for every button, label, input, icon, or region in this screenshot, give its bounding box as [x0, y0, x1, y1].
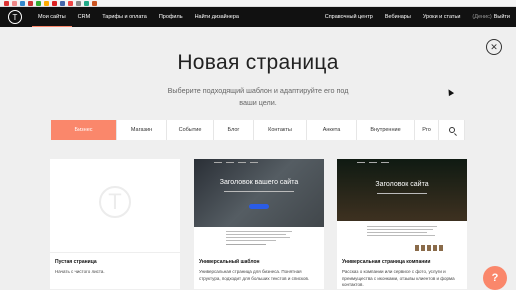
nav-webinars[interactable]: Вебинары — [379, 7, 417, 27]
thumbnail-photo — [415, 245, 419, 251]
template-title: Универсальная страница компании — [342, 259, 431, 265]
tab-event[interactable]: Событие — [167, 120, 214, 140]
modal-subtitle: Выберите подходящий шаблон и адаптируйте… — [167, 86, 349, 107]
bookmark-icon[interactable] — [68, 0, 73, 6]
category-tabs: Бизнес Магазин Событие Блог Контакты Анк… — [51, 120, 465, 140]
thumbnail-lower-section — [194, 227, 324, 253]
bookmark-icon[interactable] — [92, 0, 97, 6]
thumbnail-hero-text — [377, 193, 427, 194]
nav-find-designer[interactable]: Найти дизайнера — [189, 7, 245, 27]
bookmark-icon[interactable] — [84, 0, 89, 6]
bookmark-icon[interactable] — [52, 0, 57, 6]
template-thumbnail: T — [50, 159, 180, 253]
template-thumbnail: Заголовок вашего сайта — [194, 159, 324, 253]
tab-pro[interactable]: Pro — [415, 120, 439, 140]
nav-logout[interactable]: Выйти — [494, 7, 516, 27]
thumbnail-photo — [427, 245, 431, 251]
thumbnail-nav — [194, 159, 324, 165]
bookmark-icon[interactable] — [28, 0, 33, 6]
thumbnail-photo — [433, 245, 437, 251]
tilda-logo-icon: T — [99, 186, 131, 218]
template-card-blank[interactable]: T Пустая страница Начать с чистого листа… — [50, 159, 180, 289]
help-icon[interactable]: ? — [483, 266, 507, 290]
nav-profile[interactable]: Профиль — [153, 7, 189, 27]
thumbnail-nav — [337, 159, 467, 165]
template-card-universal[interactable]: Заголовок вашего сайта Универсальный шаб… — [194, 159, 324, 289]
bookmark-icon[interactable] — [12, 0, 17, 6]
thumbnail-photo — [439, 245, 443, 251]
nav-my-sites[interactable]: Мои сайты — [32, 7, 72, 27]
template-description: Универсальная страница для бизнеса. Поня… — [199, 269, 310, 281]
search-icon — [448, 127, 455, 133]
thumbnail-hero-title: Заголовок сайта — [375, 181, 429, 188]
bookmark-icon[interactable] — [36, 0, 41, 6]
top-navigation: T Мои сайты CRM Тарифы и оплата Профиль … — [0, 7, 516, 27]
modal-title: Новая страница — [177, 51, 339, 74]
template-description: Рассказ о компании или сервисе с фото, у… — [342, 269, 455, 287]
thumbnail-hero-title: Заголовок вашего сайта — [219, 179, 299, 186]
bookmark-icon[interactable] — [44, 0, 49, 6]
template-title: Универсальный шаблон — [199, 259, 260, 265]
tab-internal[interactable]: Внутренние — [357, 120, 415, 140]
bookmark-icon[interactable] — [20, 0, 25, 6]
template-description: Начать с чистого листа. — [55, 269, 105, 274]
tab-shop[interactable]: Магазин — [117, 120, 167, 140]
tab-blog[interactable]: Блог — [214, 120, 254, 140]
nav-user: (Денис) — [472, 14, 492, 20]
bookmarks-bar — [0, 0, 516, 7]
tab-business[interactable]: Бизнес — [51, 120, 117, 140]
bookmark-icon[interactable] — [76, 0, 81, 6]
nav-lessons[interactable]: Уроки и статьи — [417, 7, 467, 27]
nav-crm[interactable]: CRM — [72, 7, 97, 27]
thumbnail-hero-button — [249, 204, 269, 209]
template-thumbnail: Заголовок сайта — [337, 159, 467, 253]
tilda-logo-icon[interactable]: T — [8, 10, 22, 24]
tab-contacts[interactable]: Контакты — [254, 120, 307, 140]
template-card-company[interactable]: Заголовок сайта Универсальная страница к… — [337, 159, 467, 289]
nav-help-center[interactable]: Справочный центр — [319, 7, 379, 27]
thumbnail-hero-text — [224, 191, 294, 192]
nav-pricing[interactable]: Тарифы и оплата — [96, 7, 153, 27]
tab-form[interactable]: Анкета — [307, 120, 357, 140]
tab-search[interactable] — [439, 120, 465, 140]
thumbnail-lower-section — [337, 221, 467, 253]
template-title: Пустая страница — [55, 259, 97, 265]
bookmark-icon[interactable] — [4, 0, 9, 6]
thumbnail-photo — [421, 245, 425, 251]
bookmark-icon[interactable] — [60, 0, 65, 6]
